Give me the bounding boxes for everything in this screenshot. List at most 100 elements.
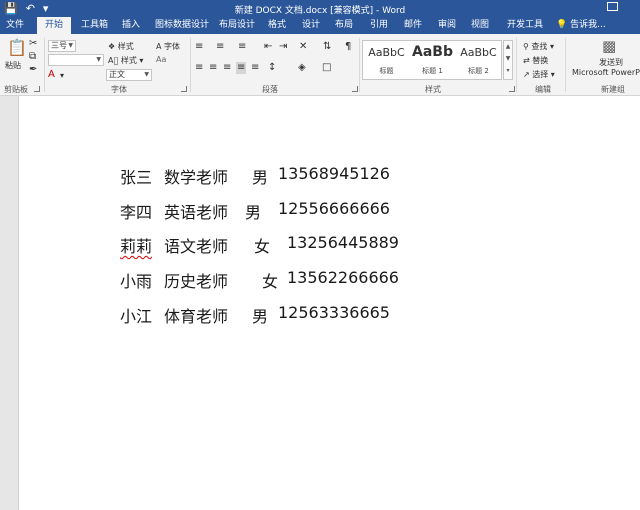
select-button[interactable]: ↗ 选择 ▾	[523, 69, 555, 80]
select-label: 选择	[532, 70, 549, 79]
chevron-down-icon[interactable]: ▼	[504, 53, 512, 65]
styles-button-2[interactable]: A⃤ 样式 ▾	[108, 55, 143, 66]
tab-chart-data-design[interactable]: 图标数据设计	[153, 17, 211, 34]
font-launcher-icon[interactable]	[181, 86, 187, 92]
clipboard-group-label: 剪贴板	[4, 85, 28, 94]
chevron-down-icon: ▼	[96, 56, 101, 63]
document-page[interactable]: 张三 数学老师 男 13568945126 李四 英语老师 男 12556666…	[18, 96, 640, 510]
style-sample: AaBbC	[368, 46, 405, 59]
font-button-label: 字体	[164, 42, 181, 51]
styles-gallery: AaBbC 标题 AaBb 标题 1 AaBbC 标题 2	[362, 40, 502, 80]
group-divider	[359, 38, 360, 92]
numbering-icon[interactable]: ≡	[216, 42, 224, 52]
teacher-subject: 历史老师	[164, 272, 229, 291]
find-button[interactable]: ⚲ 查找 ▾	[523, 41, 554, 52]
justify-icon[interactable]: ≡	[236, 62, 247, 74]
gallery-scroll[interactable]: ▲ ▼ ▾	[503, 40, 513, 80]
change-case-icon[interactable]: Aa	[156, 55, 166, 64]
chevron-up-icon[interactable]: ▲	[504, 41, 512, 53]
send-to-label-2[interactable]: Microsoft PowerPoint	[572, 68, 640, 77]
tab-developer[interactable]: 开发工具	[505, 17, 545, 34]
chevron-down-icon[interactable]: ▾	[60, 71, 64, 80]
bullets-icon[interactable]: ≡	[195, 42, 203, 52]
paste-label[interactable]: 粘贴	[5, 60, 21, 71]
teacher-subject: 数学老师	[164, 168, 229, 187]
line-spacing-icon[interactable]: ↕	[268, 63, 276, 73]
sort-icon[interactable]: ⇅	[323, 42, 331, 52]
teacher-phone: 12556666666	[278, 199, 390, 218]
style-name: 标题	[379, 67, 394, 75]
tab-mailings[interactable]: 邮件	[402, 17, 424, 34]
styles-button[interactable]: ❖ 样式	[108, 41, 134, 52]
tab-file[interactable]: 文件	[4, 17, 26, 34]
chevron-down-icon: ▾	[550, 70, 555, 79]
teacher-name: 张三	[120, 168, 153, 187]
teacher-name: 小江	[120, 307, 153, 326]
document-area: 张三 数学老师 男 13568945126 李四 英语老师 男 12556666…	[0, 96, 640, 510]
teacher-subject: 体育老师	[164, 307, 229, 326]
paste-icon[interactable]: 📋	[7, 40, 27, 56]
teacher-subject: 英语老师	[164, 203, 229, 222]
tab-toolbox[interactable]: 工具箱	[79, 17, 110, 34]
tab-layout[interactable]: 布局	[333, 17, 355, 34]
clipboard-launcher-icon[interactable]	[34, 86, 40, 92]
tab-review[interactable]: 审阅	[436, 17, 458, 34]
tab-view[interactable]: 视图	[469, 17, 491, 34]
align-center-icon[interactable]: ≡	[209, 63, 217, 73]
more-icon[interactable]: ▾	[504, 65, 512, 77]
format-painter-icon[interactable]: ✒	[29, 65, 37, 75]
multilevel-list-icon[interactable]: ≡	[238, 42, 246, 52]
styles-launcher-icon[interactable]	[509, 86, 515, 92]
tab-design[interactable]: 设计	[300, 17, 322, 34]
tell-me-box[interactable]: 💡 告诉我...	[556, 17, 606, 34]
tab-references[interactable]: 引用	[368, 17, 390, 34]
replace-label: 替换	[532, 56, 549, 65]
cursor-icon: ↗	[523, 70, 530, 79]
borders-icon[interactable]: □	[322, 63, 331, 73]
teacher-gender: 男	[252, 168, 269, 187]
decrease-indent-icon[interactable]: ⇤	[264, 42, 272, 52]
style-heading-1[interactable]: AaBb 标题 1	[410, 42, 455, 78]
asian-layout-icon[interactable]: ✕	[299, 42, 307, 52]
font-name-combo[interactable]: ▼	[48, 54, 104, 66]
cut-icon[interactable]: ✂	[29, 39, 37, 49]
shading-icon[interactable]: ◈	[298, 63, 306, 73]
ribbon-display-options-icon[interactable]	[607, 2, 618, 11]
teacher-name: 莉莉	[120, 237, 153, 256]
style-name: 标题 2	[468, 67, 489, 75]
style-heading-2[interactable]: AaBbC 标题 2	[456, 42, 501, 78]
teacher-phone: 12563336665	[278, 303, 390, 322]
font-size-combo[interactable]: 三号 ▼	[48, 40, 76, 52]
font-dialog-button[interactable]: A 字体	[156, 41, 180, 52]
style-name-combo[interactable]: 正文 ▼	[106, 69, 152, 81]
align-left-icon[interactable]: ≡	[195, 63, 203, 73]
teacher-phone: 13256445889	[287, 233, 399, 252]
style-sample: AaBb	[412, 44, 453, 60]
tab-insert[interactable]: 插入	[120, 17, 142, 34]
replace-button[interactable]: ⇄ 替换	[523, 55, 548, 66]
tab-layout-design[interactable]: 布局设计	[217, 17, 257, 34]
style-title[interactable]: AaBbC 标题	[364, 42, 409, 78]
paragraph-launcher-icon[interactable]	[352, 86, 358, 92]
teacher-gender: 男	[245, 203, 262, 222]
group-divider	[44, 38, 45, 92]
powerpoint-icon[interactable]: ▩	[602, 39, 616, 54]
style-name: 标题 1	[422, 67, 443, 75]
font-group-label: 字体	[111, 85, 127, 94]
teacher-phone: 13562266666	[287, 268, 399, 287]
align-right-icon[interactable]: ≡	[223, 63, 231, 73]
tab-format[interactable]: 格式	[266, 17, 288, 34]
chevron-down-icon: ▾	[549, 42, 554, 51]
new-group-label: 新建组	[601, 85, 625, 94]
tab-home[interactable]: 开始	[37, 17, 72, 34]
replace-icon: ⇄	[523, 56, 530, 65]
show-marks-icon[interactable]: ¶	[345, 42, 351, 52]
font-color-icon[interactable]: A	[48, 70, 55, 80]
title-bar: 💾 ↶ ▾ 新建 DOCX 文档.docx [兼容模式] - Word	[0, 0, 640, 17]
distributed-icon[interactable]: ≡	[251, 63, 259, 73]
increase-indent-icon[interactable]: ⇥	[279, 42, 287, 52]
copy-icon[interactable]: ⧉	[29, 52, 36, 62]
font-size-value: 三号	[51, 41, 67, 50]
window-title: 新建 DOCX 文档.docx [兼容模式] - Word	[234, 6, 406, 16]
send-to-label-1[interactable]: 发送到	[599, 57, 623, 68]
